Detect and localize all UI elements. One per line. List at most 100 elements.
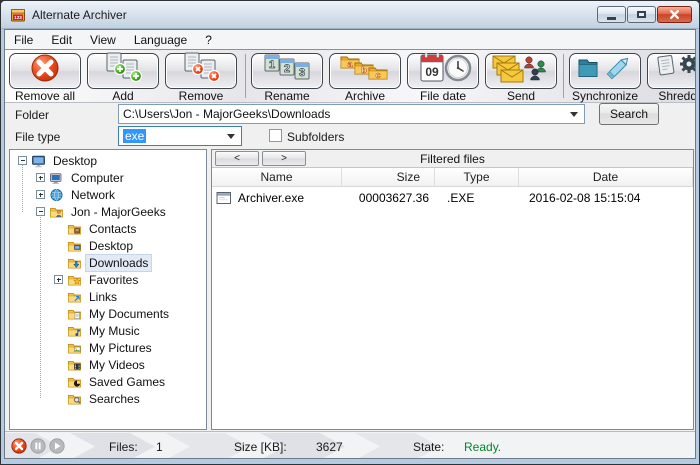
tree-item-user-jon[interactable]: Jon - MajorGeeks [10, 203, 206, 220]
expand-toggle-icon[interactable] [36, 190, 45, 199]
tree-item-label: Network [68, 187, 118, 203]
column-header-type[interactable]: Type [435, 168, 519, 186]
files-count-value: 1 [156, 440, 163, 454]
toolbar-separator [245, 54, 246, 98]
folder-label: Folder [15, 108, 49, 122]
forward-button[interactable]: > [262, 151, 306, 166]
expand-toggle-icon[interactable] [36, 173, 45, 182]
app-window: 123 Alternate Archiver File Edit View La… [0, 0, 700, 465]
svg-text:09: 09 [425, 65, 439, 79]
minimize-button[interactable] [597, 6, 626, 23]
search-button[interactable]: Search [599, 103, 659, 125]
toolbar-separator [563, 54, 564, 98]
play-button[interactable] [49, 438, 65, 454]
user-folder-icon [49, 205, 64, 219]
toolbar-button-shredder[interactable]: Shredder [645, 51, 696, 102]
file-type-select[interactable]: exe [118, 126, 242, 146]
toolbar-button-synchronize[interactable]: Synchronize [567, 51, 643, 102]
menu-language[interactable]: Language [125, 30, 196, 49]
tree-item-links[interactable]: Links [10, 288, 206, 305]
subfolders-checkbox[interactable] [269, 129, 282, 142]
menu-help[interactable]: ? [196, 30, 221, 49]
tree-item-network[interactable]: Network [10, 186, 206, 203]
tree-item-label: Desktop [86, 238, 136, 254]
toolbar-button-rename[interactable]: 123 Rename [249, 51, 325, 102]
expand-toggle-icon[interactable] [54, 275, 63, 284]
window-title: Alternate Archiver [32, 8, 127, 22]
menu-edit[interactable]: Edit [42, 30, 81, 49]
column-header-date[interactable]: Date [519, 168, 693, 186]
pause-button[interactable] [30, 438, 46, 454]
stop-button[interactable] [11, 438, 27, 454]
collapse-toggle-icon[interactable] [36, 207, 45, 216]
close-icon [669, 9, 680, 20]
documents-folder-icon [67, 307, 82, 321]
games-folder-icon [67, 375, 82, 389]
tree-item-label: Downloads [86, 255, 151, 271]
toolbar-button-remove[interactable]: Remove [163, 51, 239, 102]
maximize-icon [637, 11, 646, 18]
toolbar-button-archive[interactable]: abc Archive [327, 51, 403, 102]
toolbar-label-send: Send [483, 90, 559, 102]
toolbar: Remove all Add Remove 123 Rename abc [5, 49, 695, 103]
tree-item-saved-games[interactable]: Saved Games [10, 373, 206, 390]
remove-icon [169, 52, 233, 91]
file-type: .EXE [435, 191, 519, 205]
file-type-value: exe [123, 129, 146, 143]
column-header-size[interactable]: Size [342, 168, 435, 186]
tree-item-label: Contacts [86, 221, 139, 237]
music-folder-icon [67, 324, 82, 338]
subfolders-label: Subfolders [287, 130, 344, 144]
menu-file[interactable]: File [5, 30, 42, 49]
file-size: 00003627.36 [342, 191, 435, 205]
state-label: State: [413, 440, 444, 454]
toolbar-button-file-date[interactable]: 09 File date [405, 51, 481, 102]
toolbar-button-send[interactable]: Send [483, 51, 559, 102]
tree-item-searches[interactable]: Searches [10, 390, 206, 407]
files-count-label: Files: [109, 440, 138, 454]
toolbar-label-file-date: File date [405, 90, 481, 102]
remove-all-icon [13, 52, 77, 91]
tree-item-my-videos[interactable]: My Videos [10, 356, 206, 373]
tree-item-downloads[interactable]: Downloads [10, 254, 206, 271]
tree-item-desktop[interactable]: Desktop [10, 152, 206, 169]
table-row[interactable]: Archiver.exe 00003627.36 .EXE 2016-02-08… [212, 187, 693, 209]
chevron-down-icon[interactable] [570, 112, 578, 117]
tree-item-my-documents[interactable]: My Documents [10, 305, 206, 322]
title-bar[interactable]: 123 Alternate Archiver [1, 1, 699, 29]
column-header-name[interactable]: Name [212, 168, 342, 186]
pictures-folder-icon [67, 341, 82, 355]
tree-item-favorites[interactable]: Favorites [10, 271, 206, 288]
toolbar-label-add: Add [85, 90, 161, 102]
svg-text:c: c [375, 70, 380, 80]
toolbar-button-remove-all[interactable]: Remove all [7, 51, 83, 102]
maximize-button[interactable] [627, 6, 656, 23]
toolbar-label-synchronize: Synchronize [567, 90, 643, 102]
toolbar-label-remove: Remove [163, 90, 239, 102]
tree-item-my-music[interactable]: My Music [10, 322, 206, 339]
tree-item-computer[interactable]: Computer [10, 169, 206, 186]
desktop-icon [31, 154, 46, 168]
shredder-icon [651, 52, 696, 91]
tree-item-label: My Videos [86, 357, 148, 373]
tree-item-label: Computer [68, 170, 127, 186]
toolbar-label-remove-all: Remove all [7, 90, 83, 102]
toolbar-button-add[interactable]: Add [85, 51, 161, 102]
table-header: Name Size Type Date [212, 168, 693, 187]
minimize-icon [607, 17, 616, 20]
tree-item-contacts[interactable]: Contacts [10, 220, 206, 237]
client-area: File Edit View Language ? Remove all Add… [4, 29, 696, 459]
folder-input[interactable]: C:\Users\Jon - MajorGeeks\Downloads [118, 104, 585, 124]
menu-view[interactable]: View [81, 30, 125, 49]
computer-icon [49, 171, 64, 185]
back-button[interactable]: < [215, 151, 259, 166]
chevron-down-icon[interactable] [227, 134, 235, 139]
close-button[interactable] [657, 6, 692, 23]
tree-item-my-pictures[interactable]: My Pictures [10, 339, 206, 356]
favorites-folder-icon [67, 273, 82, 287]
archiver-app-icon: 123 [10, 7, 26, 23]
tree-item-desktop-folder[interactable]: Desktop [10, 237, 206, 254]
collapse-toggle-icon[interactable] [18, 156, 27, 165]
downloads-folder-icon [67, 256, 82, 270]
folder-value: C:\Users\Jon - MajorGeeks\Downloads [119, 107, 570, 121]
